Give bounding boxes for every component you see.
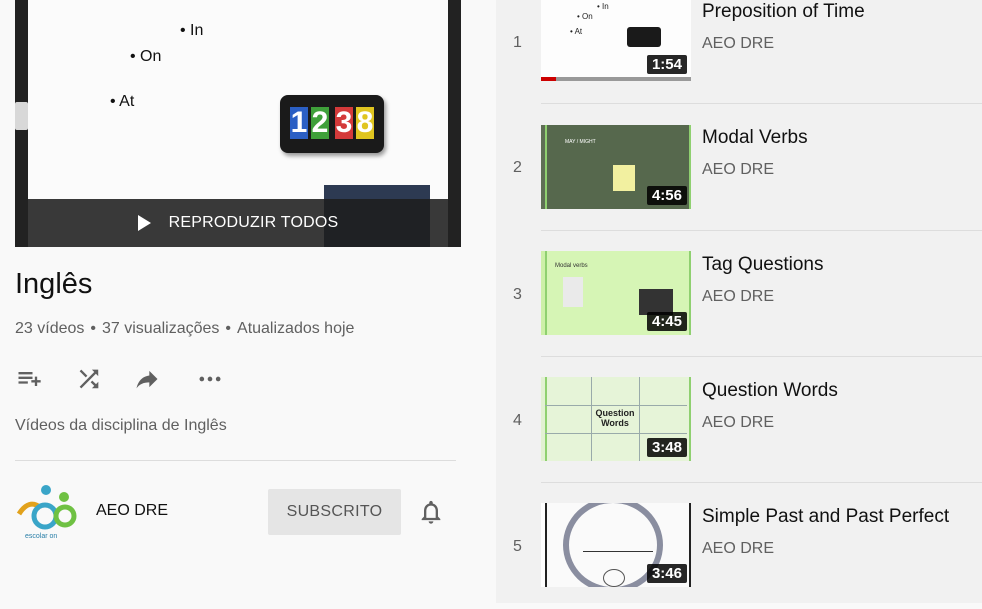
video-channel[interactable]: AEO DRE bbox=[702, 35, 774, 53]
video-channel[interactable]: AEO DRE bbox=[702, 288, 774, 306]
notification-bell-icon[interactable] bbox=[417, 498, 445, 526]
playlist-hero-thumbnail[interactable]: • In • On • At 1 2 3 8 REPRODUZIR TODOS bbox=[15, 0, 461, 247]
video-duration: 3:46 bbox=[646, 564, 687, 583]
video-thumbnail[interactable]: Question Words 3:48 bbox=[541, 377, 691, 461]
play-all-button[interactable]: REPRODUZIR TODOS bbox=[28, 199, 448, 247]
clock-graphic: 1 2 3 8 bbox=[280, 95, 384, 153]
play-all-label: REPRODUZIR TODOS bbox=[168, 214, 339, 231]
playlist-stats: 23 vídeos • 37 visualizações • Atualizados h… bbox=[15, 320, 355, 337]
video-thumbnail[interactable]: Modal verbs 4:45 bbox=[541, 251, 691, 335]
video-index: 1 bbox=[513, 34, 522, 51]
slide-point-at: • At bbox=[110, 93, 135, 110]
list-item[interactable]: 4 Question Words 3:48 Question Words AEO… bbox=[496, 357, 982, 483]
shuffle-icon[interactable] bbox=[75, 365, 103, 393]
playlist-description: Vídeos da disciplina de Inglês bbox=[15, 417, 227, 434]
owner-avatar[interactable]: escolar on bbox=[15, 480, 77, 542]
video-channel[interactable]: AEO DRE bbox=[702, 414, 774, 432]
playlist-sidebar: • In • On • At 1 2 3 8 REPRODUZIR TODOS … bbox=[0, 0, 496, 603]
share-icon[interactable] bbox=[133, 365, 161, 393]
video-thumbnail[interactable]: MAY / MIGHT 4:56 bbox=[541, 125, 691, 209]
list-item[interactable]: 3 Modal verbs 4:45 Tag Questions AEO DRE bbox=[496, 231, 982, 357]
more-icon[interactable] bbox=[196, 365, 224, 393]
video-channel[interactable]: AEO DRE bbox=[702, 540, 774, 558]
video-list: 1 • In • On • At 1:54 Preposition of Tim… bbox=[496, 0, 982, 603]
list-item[interactable]: 5 3:46 Simple Past and Past Perfect AEO … bbox=[496, 483, 982, 609]
logo-text: escolar on bbox=[25, 533, 57, 540]
subscribe-button[interactable]: SUBSCRITO bbox=[268, 489, 401, 535]
video-duration: 4:45 bbox=[646, 312, 687, 331]
video-title[interactable]: Simple Past and Past Perfect bbox=[702, 506, 949, 528]
list-item[interactable]: 1 • In • On • At 1:54 Preposition of Tim… bbox=[496, 0, 982, 103]
slide-point-on: • On bbox=[130, 48, 162, 65]
updated-label: Atualizados hoje bbox=[237, 320, 355, 337]
watch-progress-track bbox=[541, 77, 691, 81]
video-thumbnail[interactable]: 3:46 bbox=[541, 503, 691, 587]
video-title[interactable]: Question Words bbox=[702, 380, 838, 402]
list-item[interactable]: 2 MAY / MIGHT 4:56 Modal Verbs AEO DRE bbox=[496, 104, 982, 230]
add-to-queue-icon[interactable] bbox=[15, 365, 43, 393]
view-count: 37 visualizações bbox=[102, 320, 220, 337]
video-channel[interactable]: AEO DRE bbox=[702, 161, 774, 179]
owner-name[interactable]: AEO DRE bbox=[96, 502, 168, 520]
slide-point-in: • In bbox=[180, 22, 204, 39]
divider bbox=[15, 460, 456, 461]
video-index: 4 bbox=[513, 412, 522, 429]
video-thumbnail[interactable]: • In • On • At 1:54 bbox=[541, 0, 691, 81]
video-index: 5 bbox=[513, 538, 522, 555]
video-count: 23 vídeos bbox=[15, 320, 85, 337]
video-title[interactable]: Preposition of Time bbox=[702, 1, 865, 23]
clock-graphic bbox=[627, 27, 661, 47]
video-title[interactable]: Modal Verbs bbox=[702, 127, 808, 149]
video-duration: 1:54 bbox=[646, 55, 687, 74]
playlist-title: Inglês bbox=[15, 268, 93, 300]
slide-side-tab bbox=[15, 102, 28, 130]
video-index: 3 bbox=[513, 286, 522, 303]
play-icon bbox=[137, 215, 151, 231]
video-index: 2 bbox=[513, 159, 522, 176]
video-title[interactable]: Tag Questions bbox=[702, 254, 823, 276]
video-duration: 4:56 bbox=[646, 186, 687, 205]
video-duration: 3:48 bbox=[646, 438, 687, 457]
watch-progress-fill bbox=[541, 77, 556, 81]
